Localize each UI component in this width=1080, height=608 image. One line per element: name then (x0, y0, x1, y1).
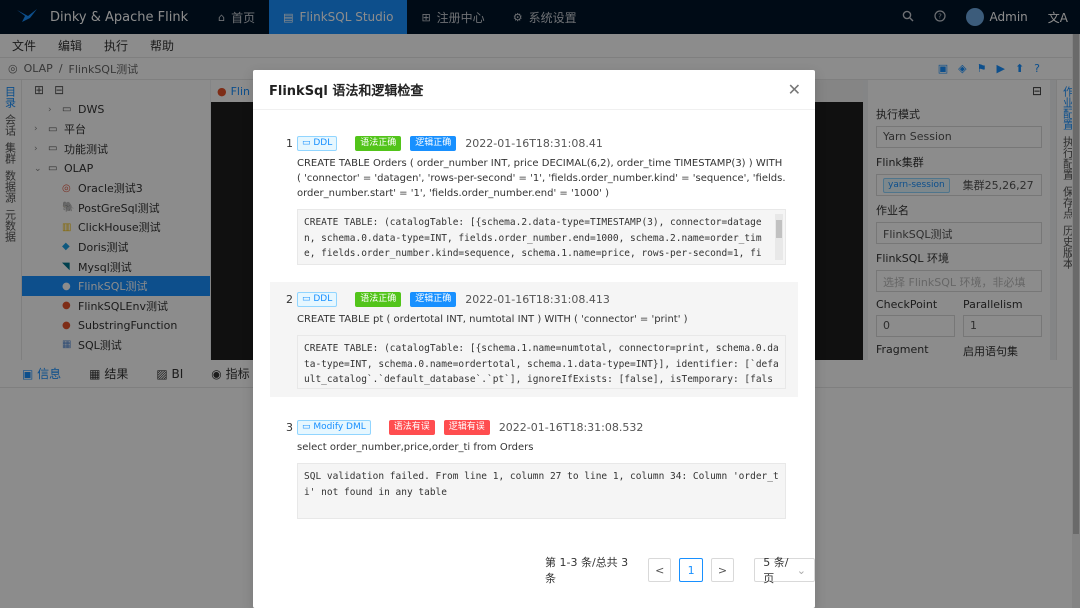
modal-title: FlinkSql 语法和逻辑检查 (269, 84, 424, 99)
result-index: 2 (286, 292, 293, 306)
monitor-icon: ▭ (302, 137, 314, 148)
chevron-down-icon: ⌄ (796, 563, 807, 577)
syntax-status-tag: 语法正确 (355, 291, 402, 307)
syntax-status-tag: 语法有误 (388, 419, 435, 435)
modal-header: FlinkSql 语法和逻辑检查 ✕ (253, 70, 815, 110)
sql-check-modal: FlinkSql 语法和逻辑检查 ✕ 1 ▭ DDL 语法正确 逻辑正确 2022-01… (253, 70, 816, 608)
result-output-text: SQL validation failed. From line 1, colu… (304, 471, 779, 498)
result-index: 3 (286, 420, 293, 434)
statement-type-tag: ▭ Modify DML (297, 419, 371, 435)
statement-type-tag: ▭ DDL (297, 135, 338, 151)
pagination: 第 1-3 条/总共 3 条 < 1 > 5 条/页 ⌄ (545, 554, 816, 586)
check-result-item: 2 ▭ DDL 语法正确 逻辑正确 2022-01-16T18:31:08.413 CRE… (270, 282, 798, 397)
logic-status-tag: 逻辑正确 (410, 135, 457, 151)
result-timestamp: 2022-01-16T18:31:08.41 (465, 136, 603, 150)
statement-type-tag: ▭ DDL (297, 291, 338, 307)
page-1-button[interactable]: 1 (679, 558, 703, 582)
result-timestamp: 2022-01-16T18:31:08.413 (465, 292, 610, 306)
statement-type-label: Modify DML (313, 421, 366, 432)
result-sql: CREATE TABLE pt ( ordertotal INT, numtot… (297, 314, 688, 325)
result-output: CREATE TABLE: (catalogTable: [{schema.2.… (297, 209, 786, 265)
page-size-value: 5 条/页 (763, 556, 789, 585)
result-sql: CREATE TABLE Orders ( order_number INT, … (297, 158, 786, 199)
page-size-select[interactable]: 5 条/页 ⌄ (754, 556, 816, 585)
statement-type-label: DDL (313, 293, 333, 304)
result-sql: select order_number,price,order_ti from … (297, 442, 534, 453)
logic-status-tag: 逻辑有误 (443, 419, 490, 435)
close-icon[interactable]: ✕ (788, 80, 801, 99)
result-timestamp: 2022-01-16T18:31:08.532 (498, 420, 644, 434)
statement-type-label: DDL (313, 137, 333, 148)
result-output: CREATE TABLE: (catalogTable: [{schema.1.… (297, 335, 786, 389)
result-header: 1 ▭ DDL 语法正确 逻辑正确 2022-01-16T18:31:08.41 (286, 134, 786, 152)
prev-page-button[interactable]: < (648, 558, 672, 582)
result-output-text: CREATE TABLE: (catalogTable: [{schema.2.… (304, 217, 762, 264)
syntax-status-tag: 语法正确 (355, 135, 402, 151)
next-page-button[interactable]: > (710, 558, 735, 582)
logic-status-tag: 逻辑正确 (410, 291, 457, 307)
result-header: 2 ▭ DDL 语法正确 逻辑正确 2022-01-16T18:31:08.413 (286, 290, 786, 308)
result-index: 1 (286, 136, 293, 150)
monitor-icon: ▭ (302, 293, 314, 304)
output-scrollbar[interactable] (775, 214, 783, 260)
result-output-text: CREATE TABLE: (catalogTable: [{schema.1.… (304, 343, 779, 385)
monitor-icon: ▭ (302, 421, 314, 432)
pagination-summary: 第 1-3 条/总共 3 条 (545, 556, 629, 585)
result-output: SQL validation failed. From line 1, colu… (297, 463, 786, 519)
check-result-item: 1 ▭ DDL 语法正确 逻辑正确 2022-01-16T18:31:08.41 CREA… (270, 126, 798, 273)
result-header: 3 ▭ Modify DML 语法有误 逻辑有误 2022-01-16T18:31:08… (286, 418, 786, 436)
check-result-item: 3 ▭ Modify DML 语法有误 逻辑有误 2022-01-16T18:31:08… (270, 410, 798, 527)
